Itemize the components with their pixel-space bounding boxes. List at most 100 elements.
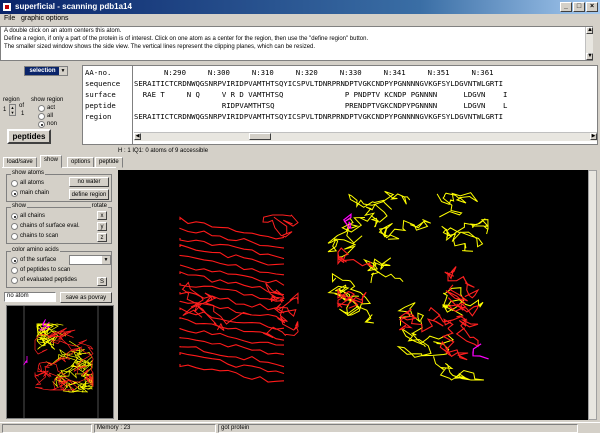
peptide-label: peptide (85, 101, 116, 110)
rotate-x-button[interactable]: x (97, 211, 107, 220)
selection-dropdown[interactable]: selection ▼ (24, 66, 68, 76)
red-chain-strand (179, 364, 285, 383)
show-region-all-radio[interactable] (38, 113, 45, 120)
rotate-z-button[interactable]: z (97, 233, 107, 242)
spin-down-icon[interactable]: ▼ (10, 110, 15, 115)
memory-status: Memory : 23 (94, 424, 216, 433)
title-bar: superficial - scanning pdb1a14 _ □ × (0, 0, 600, 14)
red-chain-segment (336, 288, 367, 309)
red-chain-strand (179, 244, 285, 266)
red-chain-strand (179, 346, 285, 368)
sequence-row-labels: AA-no. sequence surface peptide region (83, 66, 133, 144)
red-chain-segment (262, 214, 299, 238)
selection-label: selection (25, 67, 60, 75)
chevron-down-icon[interactable]: ▼ (59, 67, 67, 75)
viewer-scrollbar[interactable] (588, 170, 597, 420)
main-chain-radio[interactable] (11, 190, 18, 197)
scroll-down-icon[interactable]: ▼ (586, 53, 593, 60)
message-status: got protein (218, 424, 578, 433)
show-region-all-label: all (47, 113, 54, 119)
region-total: 1 (21, 111, 25, 117)
all-atoms-radio[interactable] (11, 180, 18, 187)
region-controls: selection ▼ region 1 ▲ ▼ of 1 show regio… (0, 64, 82, 149)
rotate-label: rotate (90, 203, 108, 209)
sequence-row: SERAITICTCRDNWQGSNRPVIRIDPVAMTHTSQYICSPV… (134, 79, 504, 88)
define-region-button[interactable]: define region (69, 189, 109, 200)
help-scrollbar[interactable]: ▲ ▼ (585, 27, 593, 60)
red-chain-segment (262, 307, 299, 339)
peptides-to-scan-radio[interactable] (11, 267, 18, 274)
surface-eval-chains-label: chains of surface eval. (20, 223, 80, 229)
sequence-grid[interactable]: N:290 N:300 N:310 N:320 N:330 N:341 N:35… (134, 66, 597, 123)
mini-red-segment (58, 368, 94, 389)
color-dropdown[interactable]: ▼ (69, 255, 111, 265)
yellow-chain-segment (396, 328, 450, 358)
scroll-thumb[interactable] (249, 133, 271, 140)
surface-color-radio[interactable] (11, 257, 18, 264)
surface-color-label: of the surface (20, 257, 57, 263)
yellow-chain-segment (378, 219, 432, 240)
red-chain-strand (179, 238, 285, 260)
surface-row: RAE T N Q V R D VAMTHTSQ P PNDPTV KCNDP … (134, 90, 508, 99)
red-chain-strand (179, 271, 285, 296)
show-label: show (11, 203, 28, 209)
red-chain-strand (179, 337, 285, 355)
scan-chains-radio[interactable] (11, 233, 18, 240)
region-of-label: of (19, 103, 25, 109)
region-label: region (3, 97, 20, 103)
show-region-act-radio[interactable] (38, 105, 45, 112)
all-chains-radio[interactable] (11, 213, 18, 220)
help-line: Define a region, if only a part of the p… (4, 36, 369, 42)
rotate-y-button[interactable]: y (97, 222, 107, 231)
tab-show[interactable]: show (40, 155, 63, 168)
show-atoms-group: show atoms all atoms main chain no water… (6, 170, 112, 202)
atom-name-field[interactable]: no atom (4, 292, 56, 302)
evaluated-peptides-radio[interactable] (11, 277, 18, 284)
aa-no-label: AA-no. (85, 68, 112, 77)
residue-numbers: N:290 N:300 N:310 N:320 N:330 N:341 N:35… (164, 68, 494, 77)
region-row-label: region (85, 112, 112, 121)
red-chain-strand (179, 227, 285, 249)
window-title: superficial - scanning pdb1a14 (15, 2, 132, 11)
minimize-button[interactable]: _ (560, 2, 572, 12)
red-chain-strand (179, 316, 285, 341)
menu-file[interactable]: File (4, 15, 15, 22)
app-icon (2, 2, 12, 12)
yellow-chain-segment (445, 218, 489, 241)
sequence-panel: AA-no. sequence surface peptide region N… (82, 65, 598, 145)
magenta-ligand (472, 343, 489, 360)
all-chains-label: all chains (20, 213, 46, 219)
show-region-non-radio[interactable] (38, 121, 45, 128)
show-region-non-label: non (47, 121, 58, 127)
menu-graphic-options[interactable]: graphic options (21, 15, 68, 22)
side-view-canvas[interactable] (6, 305, 114, 419)
help-line: The smaller sized window shows the side … (4, 44, 316, 50)
accessibility-info: H : 1 IQ1: 0 atoms of 9 accessible (118, 148, 209, 154)
yellow-chain-segment (436, 192, 478, 218)
surface-eval-chains-radio[interactable] (11, 223, 18, 230)
no-water-button[interactable]: no water (69, 177, 109, 187)
protein-backbone-render (179, 190, 489, 383)
red-chain-strand (179, 352, 285, 375)
status-bar: Memory : 23 got protein (0, 422, 600, 433)
sequence-hscrollbar[interactable]: ◀ ▶ (134, 132, 597, 141)
chevron-down-icon[interactable]: ▼ (102, 256, 110, 264)
save-povray-button[interactable]: save as povray (60, 292, 112, 303)
show-atoms-label: show atoms (11, 170, 46, 176)
yellow-chain-segment (433, 356, 484, 381)
scroll-right-icon[interactable]: ▶ (590, 133, 597, 140)
peptides-button[interactable]: peptides (7, 129, 51, 144)
red-chain-segment (445, 284, 479, 317)
scroll-left-icon[interactable]: ◀ (134, 133, 141, 140)
menu-bar: File graphic options (0, 14, 600, 25)
scroll-up-icon[interactable]: ▲ (586, 27, 593, 34)
region-spinner[interactable]: ▲ ▼ (9, 104, 16, 116)
help-line: A double click on an atom centers this a… (4, 28, 122, 34)
maximize-button[interactable]: □ (573, 2, 585, 12)
close-button[interactable]: × (586, 2, 598, 12)
status-cell (2, 424, 92, 433)
color-amino-acids-label: color amino acids (11, 247, 60, 253)
protein-3d-viewer[interactable] (118, 170, 588, 420)
red-chain-segment (273, 292, 299, 317)
evaluated-peptides-button[interactable]: S (97, 277, 107, 286)
